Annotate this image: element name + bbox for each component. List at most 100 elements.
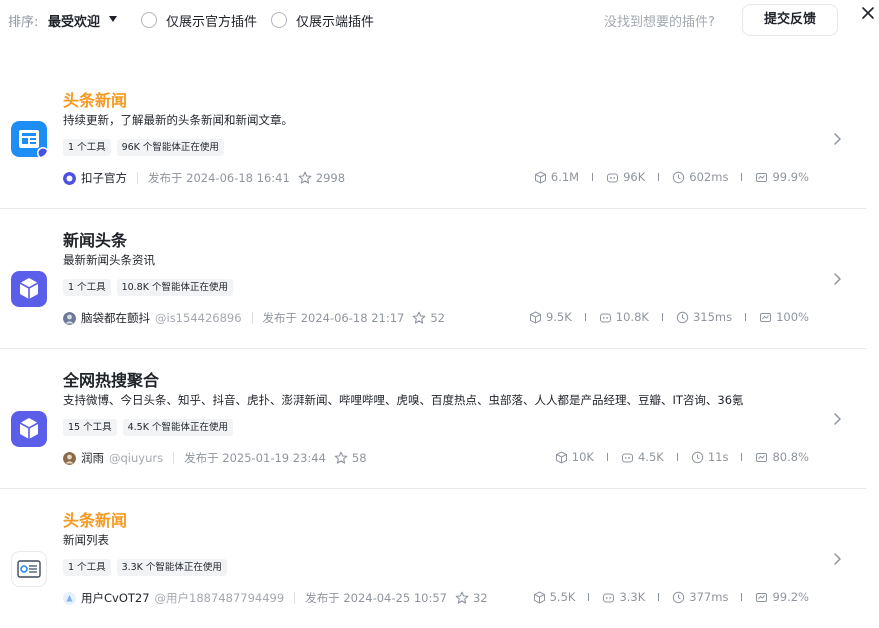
- tool-count-badge: 1 个工具: [63, 139, 111, 156]
- success-rate: 100%: [776, 310, 809, 324]
- success-rate-icon: [756, 172, 768, 182]
- sort-dropdown[interactable]: 最受欢迎: [48, 11, 100, 30]
- latency: 11s: [707, 450, 729, 464]
- missing-plugin-hint: 没找到想要的插件?: [604, 15, 715, 30]
- author-name[interactable]: 扣子官方: [81, 170, 127, 186]
- divider: [584, 313, 586, 321]
- plugin-title[interactable]: 头条新闻: [63, 87, 127, 111]
- cube-outline-icon: [534, 170, 546, 184]
- official-avatar-icon: [63, 171, 76, 185]
- divider: [173, 452, 175, 464]
- filter-client-label[interactable]: 仅展示端插件: [296, 11, 374, 30]
- plugin-tags: 1 个工具 96K 个智能体正在使用: [63, 139, 224, 156]
- star-icon[interactable]: [334, 451, 348, 465]
- plugin-card[interactable]: 全网热搜聚合 支持微博、今日头条、知乎、抖音、虎扑、澎湃新闻、哔哩哔哩、虎嗅、百…: [0, 349, 866, 489]
- clock-icon: [673, 171, 685, 183]
- filter-official-radio[interactable]: [141, 12, 157, 28]
- publish-time: 发布于 2024-06-18 21:17: [262, 311, 405, 325]
- plugin-description: 最新新闻头条资讯: [63, 253, 155, 267]
- divider: [676, 453, 678, 461]
- clock-icon: [676, 311, 689, 323]
- plugin-stats: 9.5K 10.8K 315ms 100%: [529, 310, 809, 324]
- success-rate-icon: [756, 452, 768, 462]
- call-count: 9.5K: [545, 310, 572, 324]
- plugin-description: 新闻列表: [63, 533, 109, 547]
- author-handle: @用户1887487794499: [154, 591, 285, 605]
- chevron-right-icon[interactable]: [832, 412, 842, 426]
- cube-icon: [11, 411, 47, 447]
- call-count: 6.1M: [550, 170, 580, 184]
- plugin-card[interactable]: 头条新闻 持续更新，了解最新的头条新闻和新闻文章。 1 个工具 96K 个智能体…: [0, 69, 866, 209]
- bot-icon: [599, 313, 611, 322]
- divider: [294, 592, 296, 604]
- plugin-tags: 15 个工具 4.5K 个智能体正在使用: [63, 419, 233, 436]
- latency: 377ms: [689, 590, 729, 604]
- chevron-right-icon[interactable]: [832, 132, 842, 146]
- plugin-card[interactable]: 新闻头条 最新新闻头条资讯 1 个工具 10.8K 个智能体正在使用 脑袋都在颤…: [0, 209, 866, 349]
- sort-label: 排序:: [8, 15, 39, 30]
- star-icon[interactable]: [455, 591, 469, 605]
- chevron-right-icon[interactable]: [832, 552, 842, 566]
- divider: [251, 312, 253, 324]
- plugin-title[interactable]: 头条新闻: [63, 507, 127, 531]
- bot-icon: [621, 453, 633, 462]
- publish-time: 发布于 2024-04-25 10:57: [305, 591, 447, 605]
- plugin-tags: 1 个工具 10.8K 个智能体正在使用: [63, 279, 233, 296]
- plugin-meta: 扣子官方 发布于 2024-06-18 16:41 2998: [63, 170, 345, 186]
- tool-count-badge: 15 个工具: [63, 419, 117, 436]
- success-rate-icon: [760, 312, 772, 322]
- plugin-description: 支持微博、今日头条、知乎、抖音、虎扑、澎湃新闻、哔哩哔哩、虎嗅、百度热点、虫部落…: [63, 393, 744, 407]
- usage-count-badge: 4.5K 个智能体正在使用: [122, 419, 233, 436]
- plugin-title[interactable]: 全网热搜聚合: [63, 367, 159, 391]
- author-handle: @is154426896: [155, 311, 242, 325]
- caret-down-icon[interactable]: [109, 16, 117, 22]
- divider: [741, 453, 743, 461]
- divider: [658, 593, 660, 601]
- bot-icon: [607, 173, 619, 182]
- star-count: 2998: [315, 171, 346, 185]
- divider: [658, 173, 660, 181]
- plugin-title[interactable]: 新闻头条: [63, 227, 127, 251]
- bot-icon: [603, 593, 615, 602]
- call-count: 10K: [571, 450, 594, 464]
- bot-count: 4.5K: [637, 450, 664, 464]
- divider: [661, 313, 663, 321]
- tool-count-badge: 1 个工具: [63, 279, 111, 296]
- plugin-meta: 用户CvOT27 @用户1887487794499 发布于 2024-04-25…: [63, 590, 488, 606]
- plugin-stats: 6.1M 96K 602ms 99.9%: [534, 170, 809, 184]
- latency: 315ms: [692, 310, 733, 324]
- bot-count: 3.3K: [619, 590, 646, 604]
- success-rate: 99.2%: [772, 590, 809, 604]
- user-avatar-icon: [63, 311, 76, 325]
- divider: [606, 453, 608, 461]
- divider: [745, 313, 747, 321]
- call-count: 5.5K: [549, 590, 576, 604]
- star-count: 32: [472, 591, 488, 605]
- author-name[interactable]: 润雨: [81, 450, 104, 466]
- latency: 602ms: [689, 170, 729, 184]
- feedback-button[interactable]: 提交反馈: [742, 4, 838, 36]
- user-avatar-icon: [63, 451, 76, 465]
- chevron-right-icon[interactable]: [832, 272, 842, 286]
- divider: [137, 172, 138, 184]
- divider: [588, 593, 590, 601]
- bot-count: 10.8K: [615, 310, 649, 324]
- filter-client-radio[interactable]: [271, 12, 287, 28]
- publish-time: 发布于 2024-06-18 16:41: [148, 171, 290, 185]
- author-name[interactable]: 脑袋都在颤抖: [81, 310, 150, 326]
- plugin-meta: 脑袋都在颤抖 @is154426896 发布于 2024-06-18 21:17…: [63, 310, 445, 326]
- star-icon[interactable]: [412, 311, 426, 325]
- clock-icon: [673, 591, 685, 603]
- plugin-description: 持续更新，了解最新的头条新闻和新闻文章。: [63, 113, 293, 127]
- close-icon[interactable]: [861, 6, 875, 20]
- author-name[interactable]: 用户CvOT27: [81, 590, 150, 606]
- success-rate: 80.8%: [772, 450, 809, 464]
- clock-icon: [691, 451, 704, 463]
- star-icon[interactable]: [298, 171, 312, 185]
- news-doc-icon: [11, 121, 47, 157]
- usage-count-badge: 96K 个智能体正在使用: [116, 139, 224, 156]
- plugin-card[interactable]: 头条新闻 新闻列表 1 个工具 3.3K 个智能体正在使用 用户CvOT27 @…: [0, 489, 866, 628]
- success-rate: 99.9%: [772, 170, 809, 184]
- filter-official-label[interactable]: 仅展示官方插件: [166, 11, 257, 30]
- cube-icon: [11, 271, 47, 307]
